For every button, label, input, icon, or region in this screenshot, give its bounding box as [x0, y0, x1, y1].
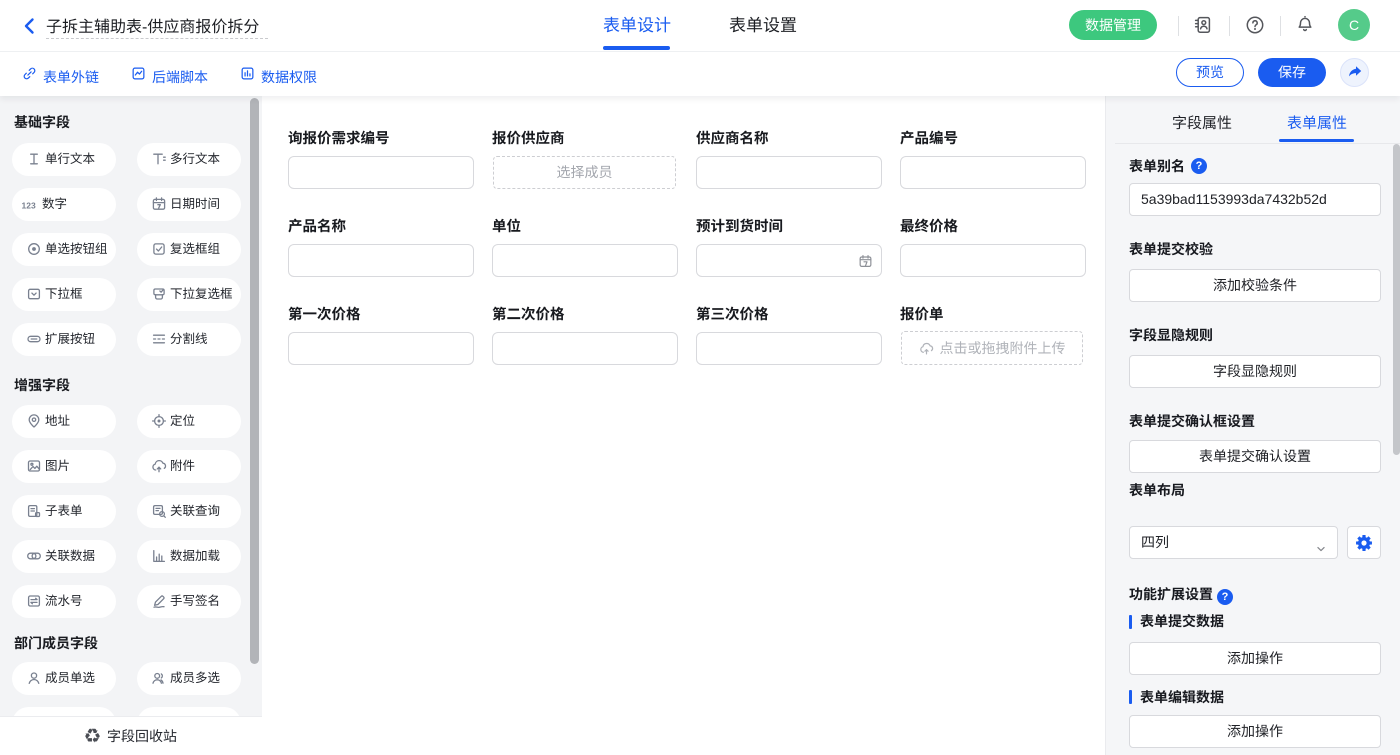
svg-text:123: 123 [22, 200, 36, 210]
